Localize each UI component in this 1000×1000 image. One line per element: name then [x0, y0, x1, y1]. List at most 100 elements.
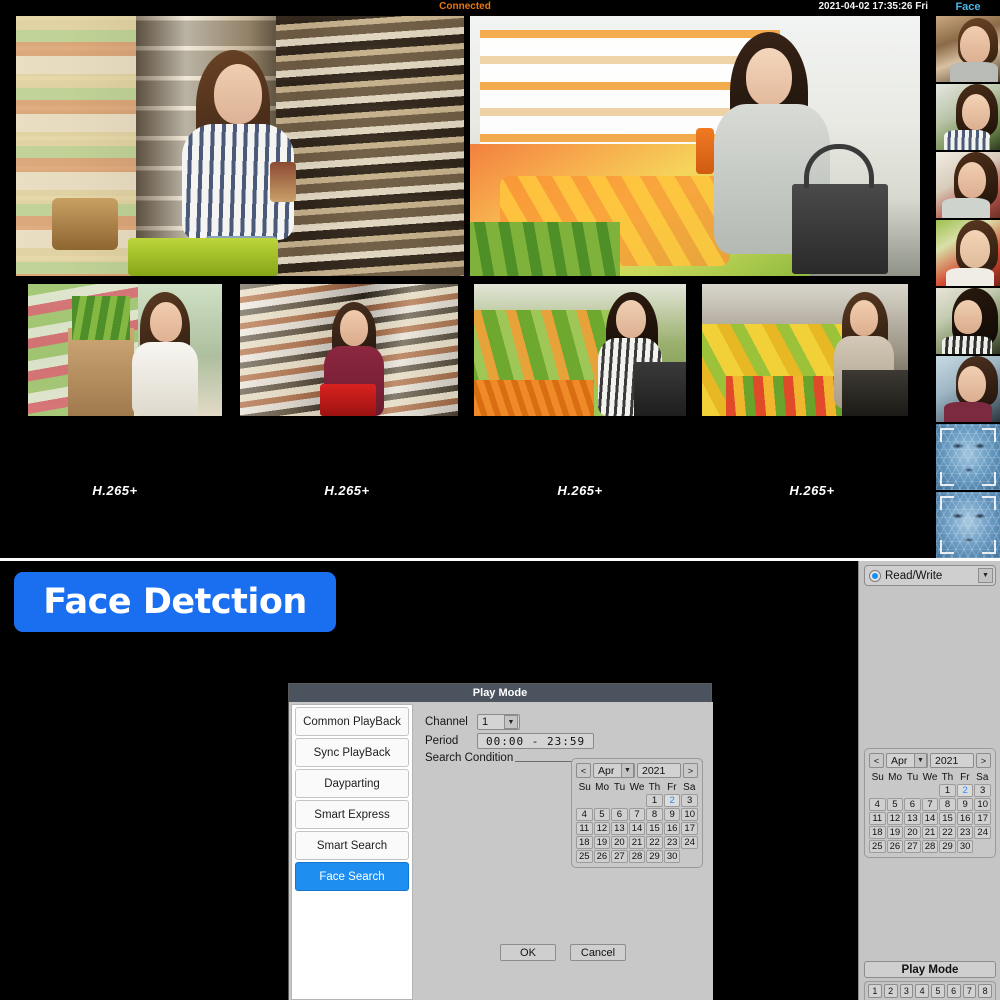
calendar-day-13[interactable]: 13 [904, 812, 921, 825]
channel-button-2[interactable]: 2 [883, 984, 898, 998]
next-month-button[interactable]: > [683, 763, 698, 778]
channel-button-4[interactable]: 4 [915, 984, 929, 998]
next-month-button[interactable]: > [976, 753, 991, 768]
video-pane-3[interactable] [28, 284, 222, 416]
menu-item-smart-search[interactable]: Smart Search [295, 831, 409, 860]
calendar-day-10[interactable]: 10 [974, 798, 991, 811]
calendar-day-30[interactable]: 30 [663, 850, 681, 863]
calendar-day-14[interactable]: 14 [628, 822, 646, 835]
cancel-button[interactable]: Cancel [570, 944, 626, 961]
calendar-day-23[interactable]: 23 [956, 826, 974, 839]
face-thumbnail-6[interactable] [936, 356, 1000, 422]
calendar-day-12[interactable]: 12 [886, 812, 904, 825]
calendar-day-27[interactable]: 27 [611, 850, 628, 863]
calendar-day-9[interactable]: 9 [663, 808, 681, 821]
calendar-day-25[interactable]: 25 [576, 850, 593, 863]
calendar-day-27[interactable]: 27 [904, 840, 921, 853]
calendar-day-5[interactable]: 5 [593, 808, 611, 821]
chevron-down-icon[interactable]: ▼ [914, 753, 927, 768]
menu-item-sync-playback[interactable]: Sync PlayBack [295, 738, 409, 767]
year-input[interactable]: 2021 [637, 763, 681, 778]
calendar-day-15[interactable]: 15 [939, 812, 956, 825]
menu-item-face-search[interactable]: Face Search [295, 862, 409, 891]
calendar-day-26[interactable]: 26 [593, 850, 611, 863]
chevron-down-icon[interactable]: ▼ [621, 763, 634, 778]
chevron-down-icon[interactable]: ▼ [504, 715, 518, 729]
calendar-day-16[interactable]: 16 [663, 822, 681, 835]
calendar-day-8[interactable]: 8 [646, 808, 663, 821]
calendar-day-21[interactable]: 21 [921, 826, 939, 839]
calendar-day-21[interactable]: 21 [628, 836, 646, 849]
calendar-day-25[interactable]: 25 [869, 840, 886, 853]
calendar-day-4[interactable]: 4 [869, 798, 886, 811]
channel-button-1[interactable]: 1 [868, 984, 882, 998]
video-pane-6[interactable] [702, 284, 908, 416]
calendar-day-11[interactable]: 11 [869, 812, 886, 825]
face-thumbnail-4[interactable] [936, 220, 1000, 286]
video-pane-4[interactable] [240, 284, 458, 416]
calendar-day-16[interactable]: 16 [956, 812, 974, 825]
period-input[interactable]: 00:00 - 23:59 [477, 733, 595, 749]
calendar-day-5[interactable]: 5 [886, 798, 904, 811]
menu-item-dayparting[interactable]: Dayparting [295, 769, 409, 798]
menu-item-common-playback[interactable]: Common PlayBack [295, 707, 409, 736]
calendar-day-12[interactable]: 12 [593, 822, 611, 835]
calendar-day-30[interactable]: 30 [956, 840, 974, 853]
calendar-day-2[interactable]: 2 [956, 784, 974, 797]
calendar-day-22[interactable]: 22 [646, 836, 663, 849]
calendar-day-19[interactable]: 19 [593, 836, 611, 849]
video-pane-5[interactable] [474, 284, 686, 416]
calendar-day-28[interactable]: 28 [628, 850, 646, 863]
calendar-day-7[interactable]: 7 [921, 798, 939, 811]
calendar-day-8[interactable]: 8 [939, 798, 956, 811]
calendar-day-26[interactable]: 26 [886, 840, 904, 853]
face-thumbnail-2[interactable] [936, 84, 1000, 150]
calendar-day-22[interactable]: 22 [939, 826, 956, 839]
channel-button-7[interactable]: 7 [962, 984, 977, 998]
calendar-day-20[interactable]: 20 [611, 836, 628, 849]
calendar-day-28[interactable]: 28 [921, 840, 939, 853]
calendar-day-24[interactable]: 24 [974, 826, 991, 839]
calendar-day-1[interactable]: 1 [939, 784, 956, 797]
calendar-day-13[interactable]: 13 [611, 822, 628, 835]
play-mode-button[interactable]: Play Mode [864, 961, 996, 978]
calendar-day-17[interactable]: 17 [974, 812, 991, 825]
face-thumbnail-1[interactable] [936, 16, 1000, 82]
calendar-day-6[interactable]: 6 [904, 798, 921, 811]
channel-select[interactable]: 1 ▼ [477, 714, 520, 730]
ok-button[interactable]: OK [500, 944, 556, 961]
channel-button-5[interactable]: 5 [931, 984, 945, 998]
calendar-day-18[interactable]: 18 [869, 826, 886, 839]
radio-selected-icon[interactable] [869, 569, 881, 582]
video-pane-2[interactable] [470, 16, 920, 276]
year-input[interactable]: 2021 [930, 753, 974, 768]
calendar-day-19[interactable]: 19 [886, 826, 904, 839]
channel-button-8[interactable]: 8 [978, 984, 992, 998]
face-thumbnail-8-biometric[interactable] [936, 492, 1000, 558]
prev-month-button[interactable]: < [576, 763, 591, 778]
calendar-day-3[interactable]: 3 [974, 784, 991, 797]
calendar-day-3[interactable]: 3 [681, 794, 698, 807]
calendar-day-29[interactable]: 29 [939, 840, 956, 853]
month-select[interactable]: Apr ▼ [593, 763, 635, 778]
calendar-day-18[interactable]: 18 [576, 836, 593, 849]
channel-button-6[interactable]: 6 [946, 984, 961, 998]
calendar-day-20[interactable]: 20 [904, 826, 921, 839]
face-thumbnail-7-biometric[interactable] [936, 424, 1000, 490]
calendar-day-29[interactable]: 29 [646, 850, 663, 863]
face-thumbnail-5[interactable] [936, 288, 1000, 354]
calendar-day-24[interactable]: 24 [681, 836, 698, 849]
channel-button-3[interactable]: 3 [899, 984, 914, 998]
calendar-day-15[interactable]: 15 [646, 822, 663, 835]
calendar-day-2[interactable]: 2 [663, 794, 681, 807]
calendar-day-10[interactable]: 10 [681, 808, 698, 821]
month-select[interactable]: Apr ▼ [886, 753, 928, 768]
calendar-day-17[interactable]: 17 [681, 822, 698, 835]
calendar-day-11[interactable]: 11 [576, 822, 593, 835]
calendar-day-1[interactable]: 1 [646, 794, 663, 807]
calendar-day-9[interactable]: 9 [956, 798, 974, 811]
video-pane-1[interactable] [16, 16, 464, 276]
calendar-day-7[interactable]: 7 [628, 808, 646, 821]
calendar-day-23[interactable]: 23 [663, 836, 681, 849]
calendar-day-4[interactable]: 4 [576, 808, 593, 821]
